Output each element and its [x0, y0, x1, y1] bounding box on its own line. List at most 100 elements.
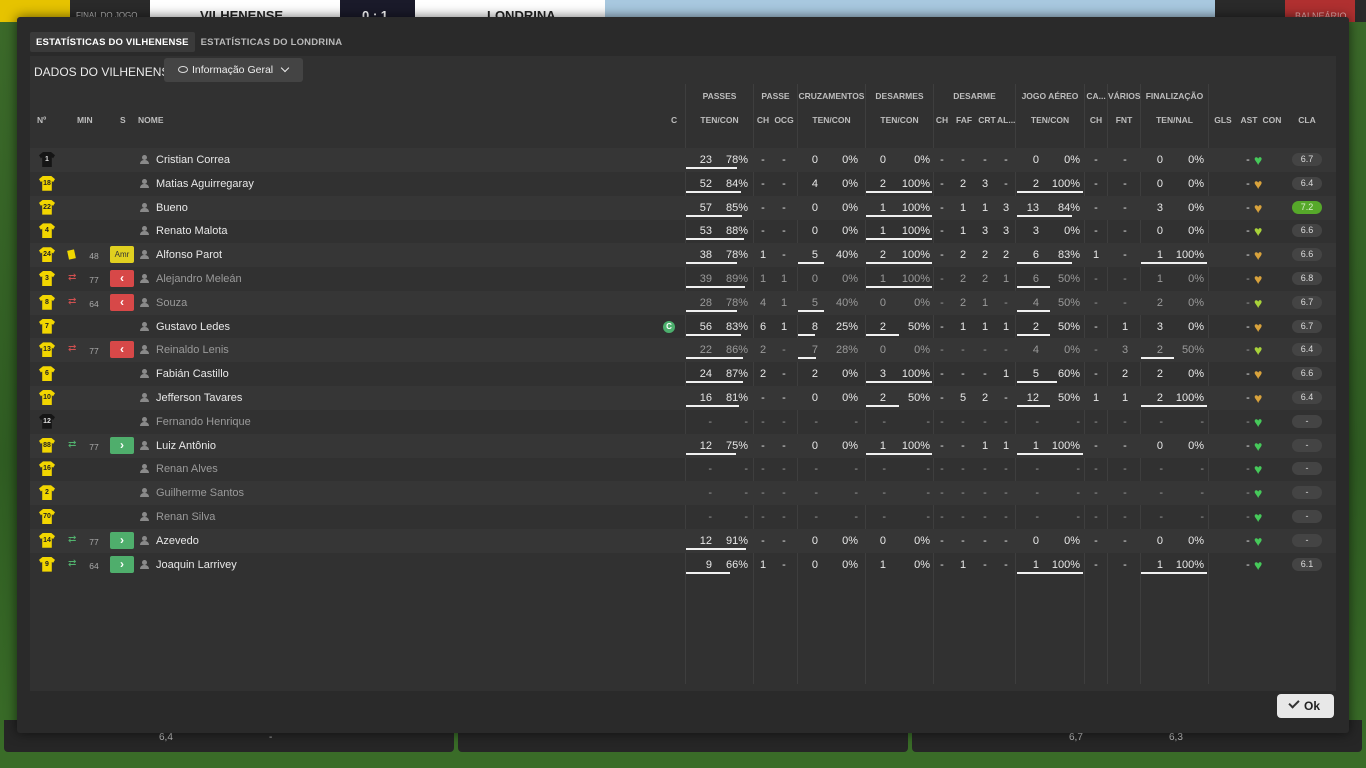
- col-desarme-crt[interactable]: CRT: [977, 115, 997, 125]
- stat-cell: 3: [981, 177, 989, 190]
- table-row[interactable]: 70 Renan Silva - - - - - - - - - - - - - - - - - - - ♥ -: [30, 505, 1336, 529]
- stat-cell: -: [940, 296, 944, 309]
- shirt-number-icon: 10: [39, 390, 55, 405]
- stat-cell: 0%: [1188, 177, 1204, 190]
- table-row[interactable]: 7 Gustavo Ledes C 56 83% 6 1 8 25% 2 50% -1 1 1 2 50% -1…: [30, 315, 1336, 339]
- col-gls[interactable]: GLS: [1210, 115, 1236, 125]
- table-row[interactable]: 16 Renan Alves - - - - - - - - - - - - - - - - - - - ♥ -: [30, 457, 1336, 481]
- tab-vilhenense-stats[interactable]: ESTATÍSTICAS DO VILHENENSE: [30, 32, 195, 52]
- table-row[interactable]: 9 ⇄ 64 › Joaquin Larrivey 9 66% 1-0 0% 1 0% -1- -1 10…: [30, 553, 1336, 577]
- stat-cell: -: [1200, 487, 1204, 500]
- shirt-number-icon: 18: [39, 175, 55, 191]
- col-passe-ch[interactable]: CH: [755, 115, 771, 125]
- stat-cell: 40%: [835, 249, 858, 262]
- col-fnt[interactable]: FNT: [1108, 115, 1140, 125]
- passes-bar: [686, 381, 743, 384]
- stat-cell: 85%: [725, 201, 748, 214]
- table-row[interactable]: 10 Jefferson Tavares 16 81% - -0 0% 2 50% -5 2-12 5…: [30, 386, 1336, 410]
- stat-cell: -: [1094, 225, 1098, 238]
- chevron-down-icon: [280, 63, 290, 73]
- stat-cell: 83%: [725, 320, 748, 333]
- table-row[interactable]: 8 ⇄ 64 ‹ Souza 28 78% 4 1 5 40% 0 0% -2 1-4 50% - -2 0% - ♥ 6…: [30, 290, 1336, 315]
- rating-badge: 6.4: [1292, 343, 1322, 357]
- col-ast[interactable]: AST: [1238, 115, 1260, 125]
- stat-cell: 0%: [1188, 439, 1204, 452]
- group-jogo-aereo: JOGO AÉREO: [1021, 91, 1079, 101]
- right-rating-b: 6,3: [1169, 732, 1183, 743]
- table-row[interactable]: 12 Fernando Henrique - - - - - - - - - - - - - - - - - - - ♥ -: [30, 410, 1336, 434]
- stat-cell: -: [983, 558, 987, 571]
- stat-cell: 84%: [725, 177, 748, 190]
- col-name[interactable]: NOME: [138, 115, 164, 125]
- col-num[interactable]: Nº: [37, 115, 46, 125]
- stat-cell: 0: [811, 534, 818, 547]
- stat-cell: 3: [1002, 225, 1010, 238]
- view-selector-dropdown[interactable]: Informação Geral: [164, 58, 303, 82]
- col-fin-ten-nal[interactable]: TEN/NAL: [1141, 115, 1208, 125]
- table-row[interactable]: 18 Matias Aguirregaray 52 84% - -4 0% 2 100% -2 3-…: [30, 172, 1336, 196]
- stat-cell: -: [1094, 368, 1098, 381]
- stat-cell: -: [1094, 296, 1098, 309]
- col-desarmes-ten-con[interactable]: TEN/CON: [866, 115, 933, 125]
- stat-cell: -: [961, 487, 965, 500]
- table-row[interactable]: 88 ⇄ 77 › Luiz Antônio 12 75% - -0 0% 1 100% - -1 1 1 10…: [30, 433, 1336, 458]
- shots-bar: [1141, 571, 1207, 574]
- stat-cell: -: [1123, 463, 1127, 476]
- stat-cell: -: [940, 463, 944, 476]
- stat-cell: 2: [879, 249, 886, 262]
- col-desarme-faf[interactable]: FAF: [954, 115, 974, 125]
- col-passes-ten-con[interactable]: TEN/CON: [686, 115, 753, 125]
- stat-cell: 0: [811, 154, 818, 166]
- stat-cell: 0%: [1064, 154, 1080, 166]
- col-cruz-ten-con[interactable]: TEN/CON: [798, 115, 865, 125]
- stat-cell: -: [1200, 415, 1204, 428]
- stat-cell: 3: [1156, 201, 1163, 214]
- stat-cell: -: [882, 511, 886, 523]
- col-desarme-al[interactable]: AL...: [997, 115, 1015, 125]
- table-row[interactable]: 4 Renato Malota 53 88% - -0 0% 1 100% -1 3 3 3 0% - -0 0…: [30, 219, 1336, 243]
- stat-cell: -: [782, 154, 786, 166]
- stat-cell: 0: [1032, 534, 1039, 547]
- tab-londrina-stats[interactable]: ESTATÍSTICAS DO LONDRINA: [195, 32, 349, 52]
- stat-cell: 3: [1032, 225, 1039, 238]
- col-min[interactable]: MIN: [77, 115, 93, 125]
- table-row[interactable]: 6 Fabián Castillo 24 87% 2-2 0% 3 100% - - -1 5 60% -…: [30, 362, 1336, 386]
- captain-badge-icon: C: [663, 320, 675, 333]
- stat-cell: 3: [879, 368, 886, 381]
- stat-cell: 1: [981, 296, 989, 309]
- person-icon: [140, 440, 149, 450]
- table-row[interactable]: 3 ⇄ 77 ‹ Alejandro Meleán 39 89% 1 1 0 0% 1 100% -2 2 1…: [30, 267, 1336, 291]
- col-con[interactable]: CON: [1260, 115, 1284, 125]
- rating-badge: 6.7: [1292, 319, 1322, 333]
- col-captain[interactable]: C: [671, 115, 677, 125]
- shirt-number-icon: 2: [39, 485, 55, 501]
- stat-cell: 0%: [1188, 273, 1204, 285]
- minute-cell: 64: [89, 298, 99, 309]
- stat-cell: 1: [759, 249, 767, 262]
- col-aereo-ten-con[interactable]: TEN/CON: [1016, 115, 1084, 125]
- stat-cell: 23: [699, 154, 712, 166]
- table-row[interactable]: 22 Bueno 57 85% - -0 0% 1 100% -1 1 3 13 84% - -3 0% - ♥ 7.…: [30, 195, 1336, 220]
- stat-cell: -: [814, 415, 818, 428]
- table-row[interactable]: 2 Guilherme Santos - - - - - - - - - - - - - - - - - - - ♥ -: [30, 481, 1336, 506]
- col-passe-ocg[interactable]: OCG: [773, 115, 795, 125]
- stat-cell: -: [1035, 511, 1039, 523]
- table-row[interactable]: 24 48 Amr Alfonso Parot 38 78% 1-5 40% 2 100% -2 2 2…: [30, 243, 1336, 268]
- ok-button[interactable]: Ok: [1277, 694, 1334, 718]
- col-cla[interactable]: CLA: [1292, 115, 1322, 125]
- stat-cell: 2: [879, 177, 886, 190]
- table-row[interactable]: 14 ⇄ 77 › Azevedo 12 91% - -0 0% 0 0% - - - -0 0% - -0 0% - ♥…: [30, 528, 1336, 553]
- panel-title: DADOS DO VILHENENSE: [34, 65, 178, 79]
- col-sub[interactable]: S: [120, 115, 126, 125]
- col-ca-ch[interactable]: CH: [1085, 115, 1107, 125]
- shots-bar: [1141, 357, 1174, 360]
- table-row[interactable]: 1 Cristian Correa 23 78% - -0 0% 0 0% - - - -0 0% - -0 0…: [30, 148, 1336, 172]
- stat-cell: -: [983, 368, 987, 381]
- stat-cell: -: [926, 415, 930, 428]
- stat-cell: 8: [811, 320, 818, 333]
- stat-cell: -: [1200, 463, 1204, 476]
- condition-heart-icon: ♥: [1254, 366, 1263, 383]
- stat-cell: -: [761, 177, 765, 190]
- col-desarme-ch[interactable]: CH: [934, 115, 950, 125]
- table-row[interactable]: 13 ⇄ 77 ‹ Reinaldo Lenis 22 86% 2-7 28% 0 0% - - - -4 0…: [30, 338, 1336, 363]
